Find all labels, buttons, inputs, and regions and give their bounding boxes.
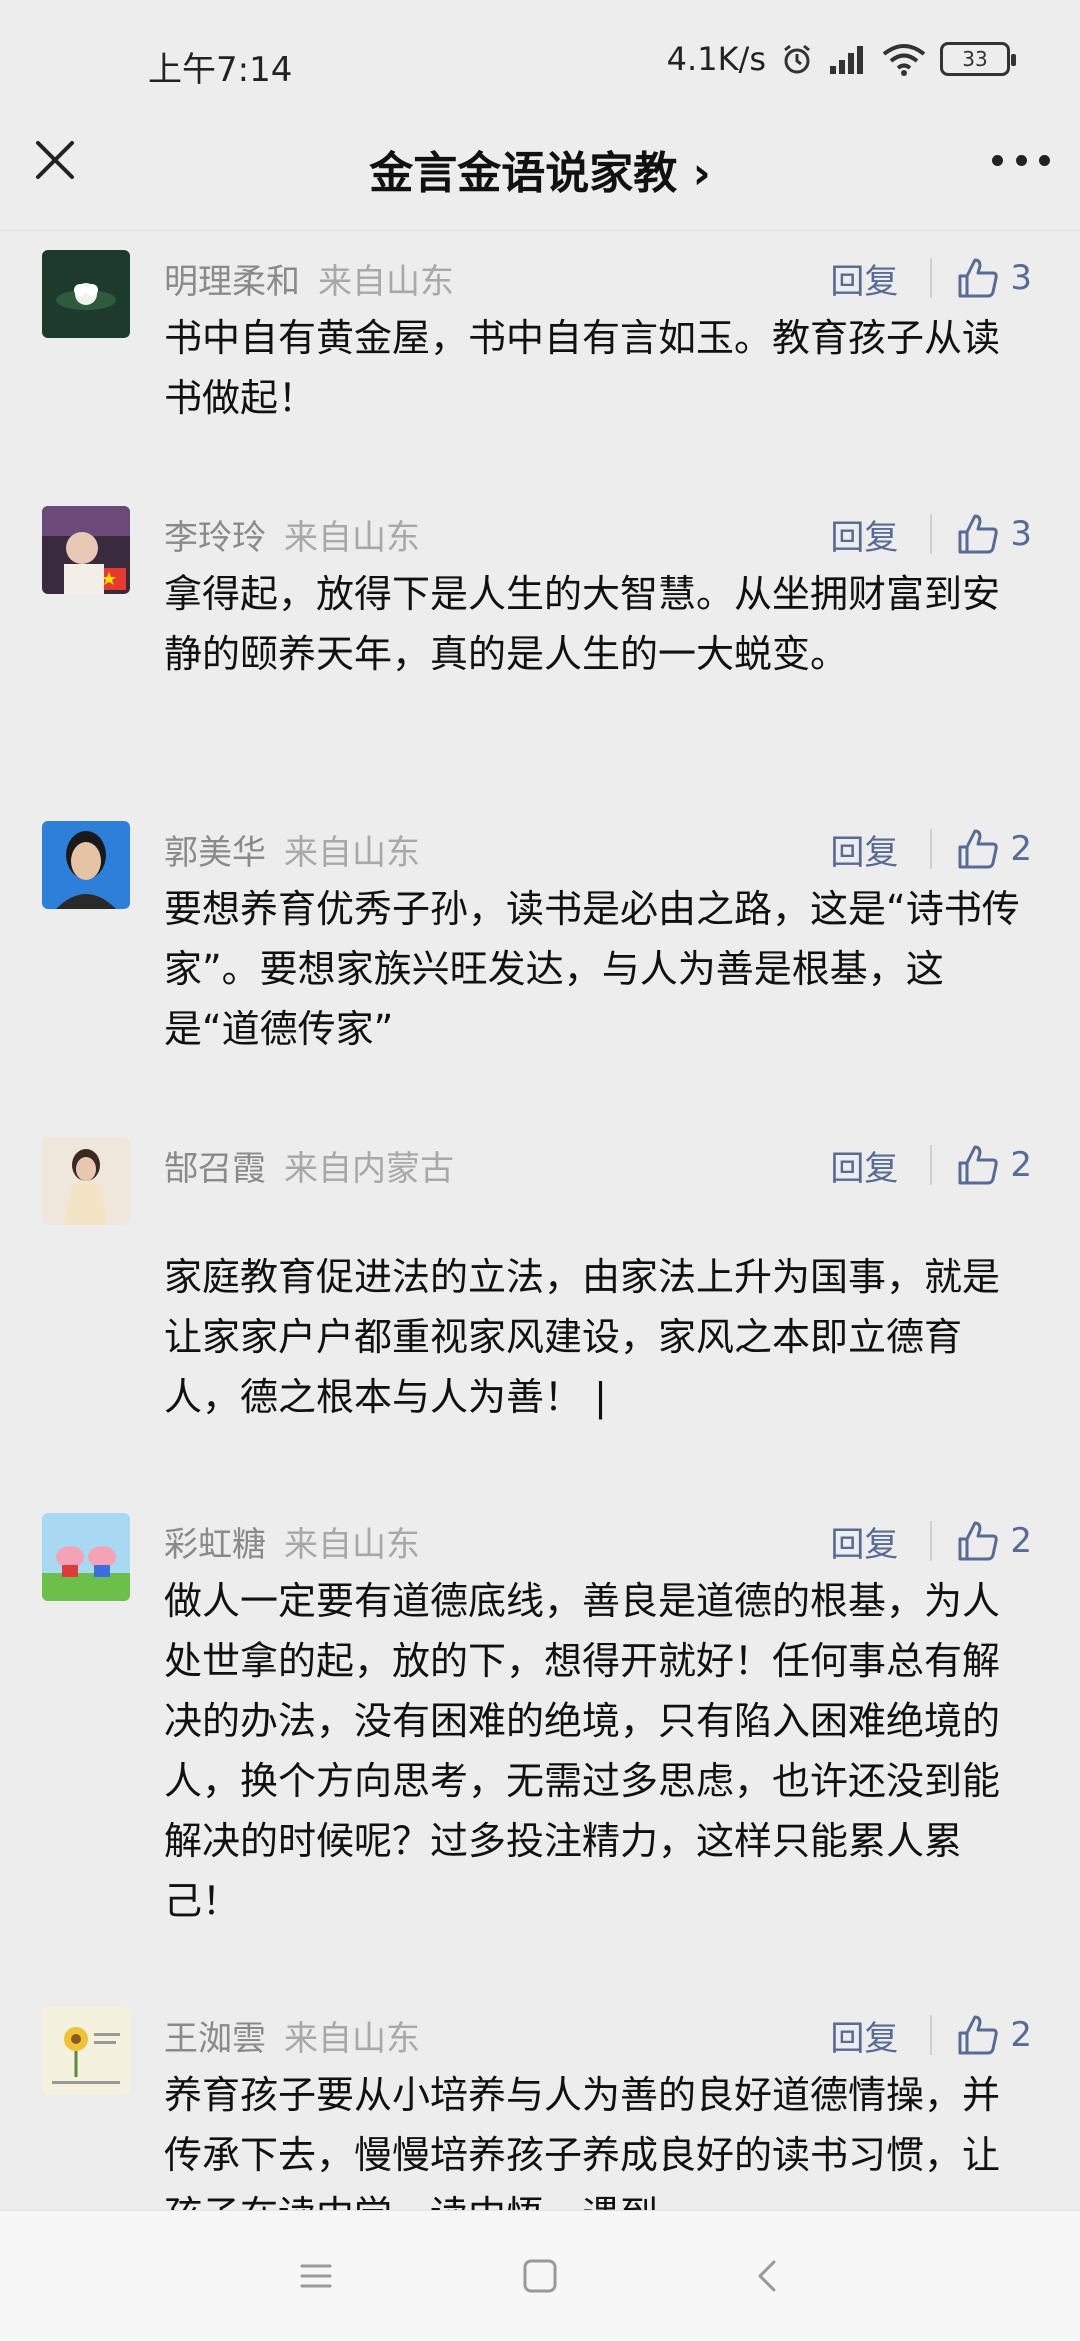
system-nav-bar [0, 2210, 1080, 2341]
avatar[interactable] [42, 821, 130, 909]
comment-text: 书中自有黄金屋，书中自有言如玉。教育孩子从读书做起！ [164, 316, 1001, 420]
comment-text: 做人一定要有道德底线，善良是道德的根基，为人处世拿的起，放的下，想得开就好！任何… [164, 1579, 1001, 1923]
commenter-location: 来自山东 [318, 261, 454, 302]
comment-text: 家庭教育促进法的立法，由家法上升为国事，就是让家家户户都重视家风建设，家风之本即… [164, 1255, 1001, 1419]
commenter-name[interactable]: 李玲玲 [164, 510, 266, 559]
comment-actions: 回复 2 [830, 821, 1032, 877]
divider [930, 829, 933, 869]
title-bar: 金言金语说家教 › [0, 105, 1080, 231]
comment-text: 拿得起，放得下是人生的大智慧。从坐拥财富到安静的颐养天年，真的是人生的一大蜕变。 [164, 572, 1001, 676]
comment-meta: 李玲玲 来自山东 [164, 506, 420, 562]
comment-meta: 王洳雲 来自山东 [164, 2007, 420, 2063]
comment-actions: 回复 2 [830, 1137, 1032, 1193]
reply-button[interactable]: 回复 [830, 2011, 898, 2060]
like-icon[interactable] [956, 827, 1000, 871]
like-count: 2 [1010, 829, 1032, 869]
commenter-name[interactable]: 郭美华 [164, 825, 266, 874]
signal-icon [830, 46, 863, 74]
reply-button[interactable]: 回复 [830, 1517, 898, 1566]
avatar[interactable] [42, 250, 130, 338]
battery-indicator: 33 [940, 42, 1016, 76]
comment-meta: 郭美华 来自山东 [164, 821, 420, 877]
like-count: 3 [1010, 258, 1032, 298]
like-icon[interactable] [956, 1519, 1000, 1563]
commenter-location: 来自山东 [284, 832, 420, 873]
commenter-name[interactable]: 彩虹糖 [164, 1517, 266, 1566]
like-icon[interactable] [956, 1143, 1000, 1187]
like-icon[interactable] [956, 256, 1000, 300]
comment-meta: 明理柔和 来自山东 [164, 250, 454, 306]
like-count: 2 [1010, 2015, 1032, 2055]
menu-icon[interactable] [296, 2256, 336, 2296]
comment-actions: 回复 2 [830, 1513, 1032, 1569]
commenter-name[interactable]: 明理柔和 [164, 254, 300, 303]
avatar[interactable] [42, 1513, 130, 1601]
commenter-name[interactable]: 郜召霞 [164, 1141, 266, 1190]
reply-button[interactable]: 回复 [830, 1141, 898, 1190]
avatar[interactable] [42, 2007, 130, 2095]
reply-button[interactable]: 回复 [830, 254, 898, 303]
avatar[interactable] [42, 506, 130, 594]
more-button[interactable] [992, 145, 1050, 175]
comment-meta: 彩虹糖 来自山东 [164, 1513, 420, 1569]
reply-button[interactable]: 回复 [830, 825, 898, 874]
alarm-icon [784, 44, 810, 74]
comment-actions: 回复 3 [830, 250, 1032, 306]
more-dot-icon [1015, 154, 1027, 166]
reply-button[interactable]: 回复 [830, 510, 898, 559]
comment-list[interactable]: 明理柔和 来自山东 回复 3 书中自有黄金屋，书中自有言如玉。教育孩子从读书做起… [0, 231, 1080, 2211]
comment-actions: 回复 2 [830, 2007, 1032, 2063]
like-count: 2 [1010, 1521, 1032, 1561]
divider [930, 514, 933, 554]
like-count: 3 [1010, 514, 1032, 554]
comment-text: 养育孩子要从小培养与人为善的良好道德情操，并传承下去，慢慢培养孩子养成良好的读书… [164, 2073, 1001, 2211]
divider [930, 1521, 933, 1561]
avatar[interactable] [42, 1137, 130, 1225]
divider [930, 1145, 933, 1185]
status-time: 上午7:14 [148, 50, 293, 90]
like-count: 2 [1010, 1145, 1032, 1185]
page-title[interactable]: 金言金语说家教 › [0, 137, 1080, 201]
comment-meta: 郜召霞 来自内蒙古 [164, 1137, 454, 1193]
back-icon[interactable] [748, 2256, 788, 2296]
comment-actions: 回复 3 [830, 506, 1032, 562]
home-icon[interactable] [520, 2256, 560, 2296]
more-dot-icon [992, 154, 1003, 166]
commenter-location: 来自山东 [284, 517, 420, 558]
commenter-location: 来自山东 [284, 1524, 420, 1565]
network-speed: 4.1K/s [666, 40, 766, 78]
wifi-icon [882, 44, 926, 76]
like-icon[interactable] [956, 2013, 1000, 2057]
divider [930, 2015, 933, 2055]
more-dot-icon [1039, 154, 1050, 166]
like-icon[interactable] [956, 512, 1000, 556]
status-icons: 4.1K/s 33 [666, 40, 1016, 78]
commenter-name[interactable]: 王洳雲 [164, 2011, 266, 2060]
commenter-location: 来自内蒙古 [284, 1148, 454, 1189]
divider [930, 258, 933, 298]
comment-text: 要想养育优秀子孙，读书是必由之路，这是“诗书传家”。要想家族兴旺发达，与人为善是… [164, 887, 1020, 1051]
commenter-location: 来自山东 [284, 2018, 420, 2059]
